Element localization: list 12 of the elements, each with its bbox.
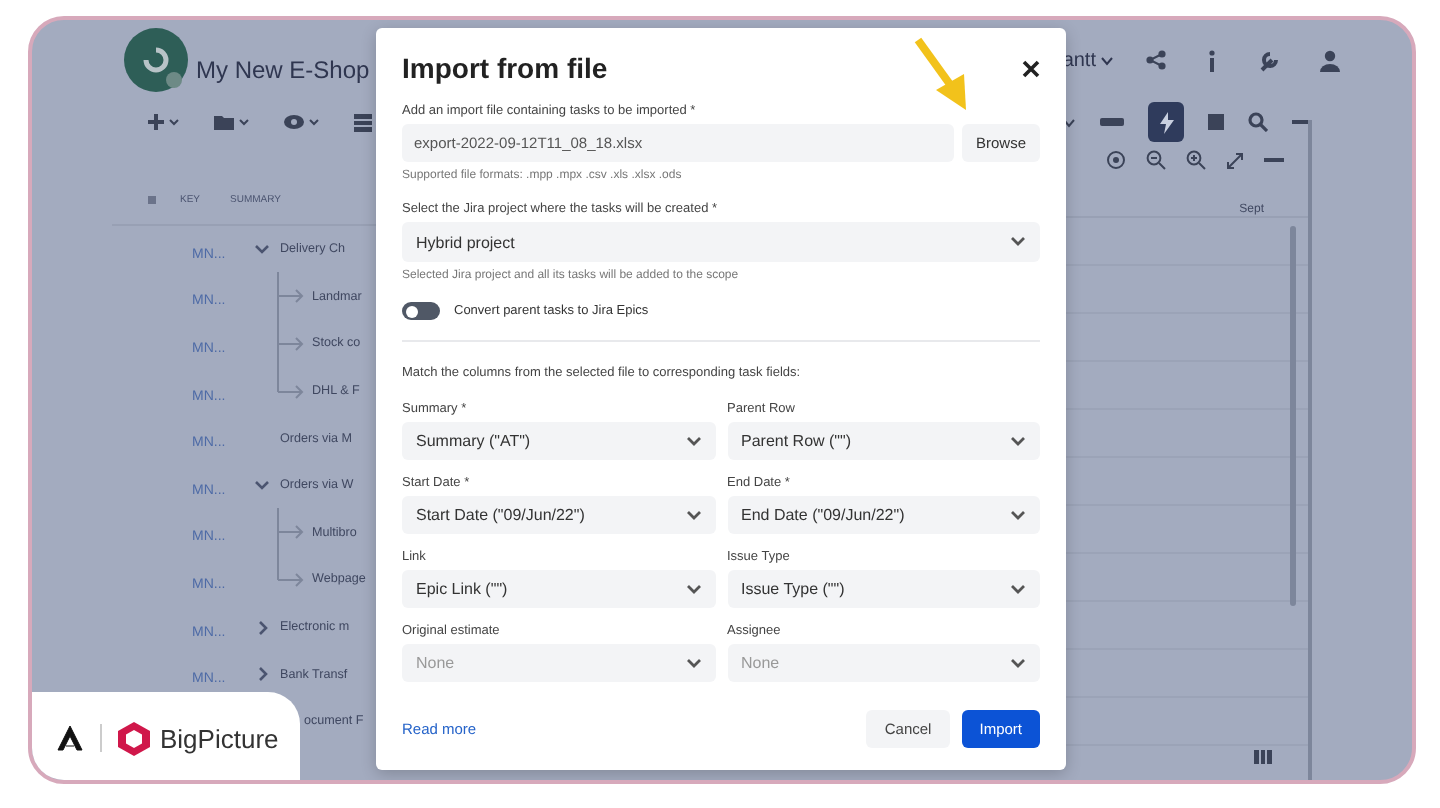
- column-select[interactable]: Epic Link (""): [402, 570, 715, 608]
- column-select[interactable]: Parent Row (""): [727, 422, 1040, 460]
- column-select[interactable]: Start Date ("09/Jun/22"): [402, 496, 715, 534]
- project-title: My New E-Shop: [196, 56, 370, 84]
- dialog-title: Import from file: [402, 52, 608, 84]
- column-select[interactable]: None: [727, 644, 1040, 682]
- column-select[interactable]: Summary ("AT"): [402, 422, 715, 460]
- brand-name: BigPicture: [160, 723, 279, 753]
- column-select[interactable]: None: [402, 644, 715, 682]
- project-select[interactable]: Hybrid project: [402, 222, 1040, 262]
- column-select[interactable]: End Date ("09/Jun/22"): [727, 496, 1040, 534]
- column-select[interactable]: Issue Type (""): [727, 570, 1040, 608]
